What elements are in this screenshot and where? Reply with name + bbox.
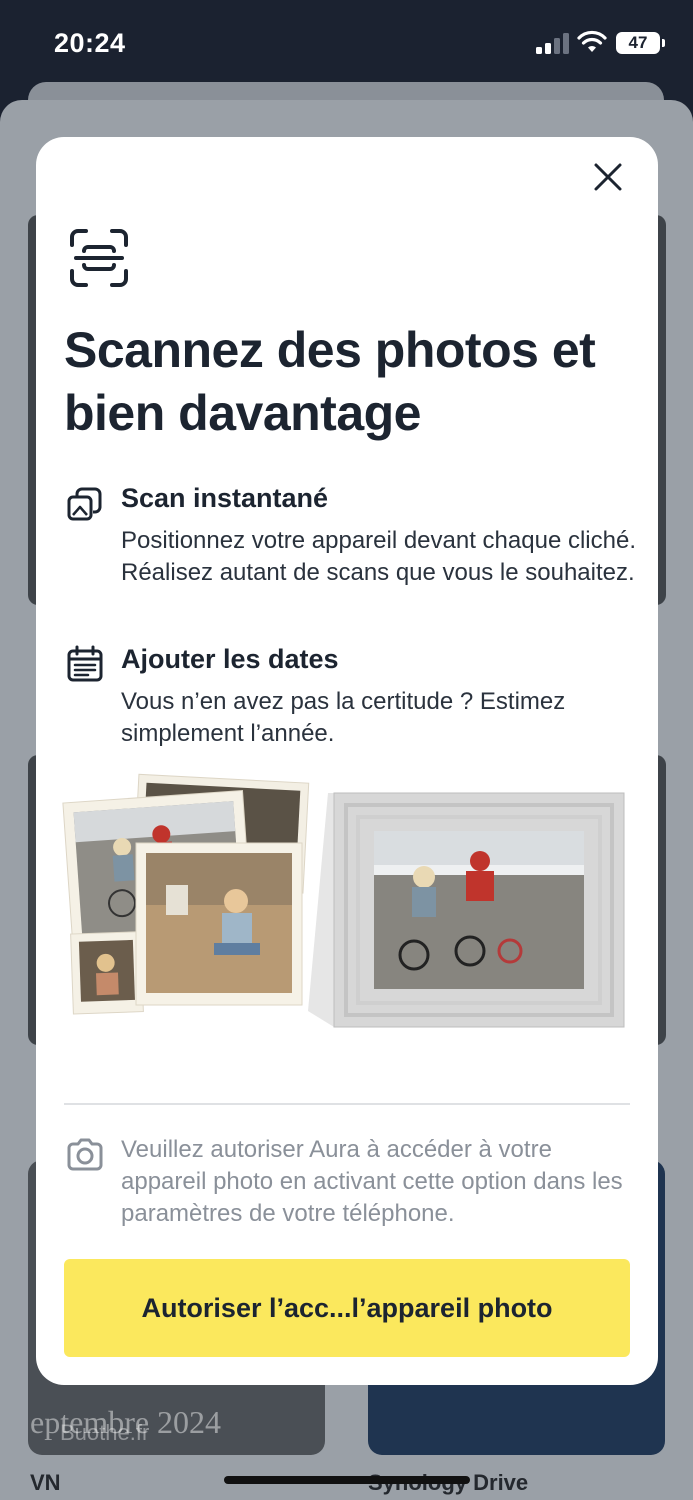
calendar-icon: [67, 645, 103, 682]
feature-text: Positionnez votre appareil devant chaque…: [121, 527, 636, 586]
photo-indoor: [135, 842, 303, 1006]
cellular-signal-icon: [536, 33, 569, 54]
battery-indicator: 47: [616, 32, 665, 54]
camera-permission-text: Veuillez autoriser Aura à accéder à votr…: [121, 1136, 623, 1227]
feature-text: Vous n’en avez pas la certitude ? Estime…: [121, 688, 566, 747]
digital-frame: [308, 792, 625, 1028]
photo-small: [70, 931, 144, 1015]
watermark-site: Buothe.fr: [60, 1420, 150, 1445]
photo-scan-illustration: [62, 773, 625, 1028]
home-indicator: [224, 1476, 470, 1484]
photo-stack-icon: [67, 487, 102, 521]
background-label: VN: [30, 1470, 61, 1495]
feature-title: Ajouter les dates: [121, 644, 339, 674]
close-icon[interactable]: [588, 157, 628, 197]
scan-icon: [70, 229, 128, 287]
wifi-icon: [577, 30, 607, 52]
camera-icon: [67, 1138, 103, 1171]
modal-title: Scannez des photos et bien davantage: [64, 322, 596, 441]
feature-title: Scan instantané: [121, 483, 329, 513]
scan-photos-modal: Scannez des photos et bien davantage Sca…: [36, 137, 658, 1385]
divider: [64, 1103, 630, 1105]
allow-camera-button[interactable]: Autoriser l’acc...l’appareil photo: [64, 1259, 630, 1357]
status-time: 20:24: [54, 28, 126, 58]
status-bar: 20:24 47: [0, 0, 693, 90]
